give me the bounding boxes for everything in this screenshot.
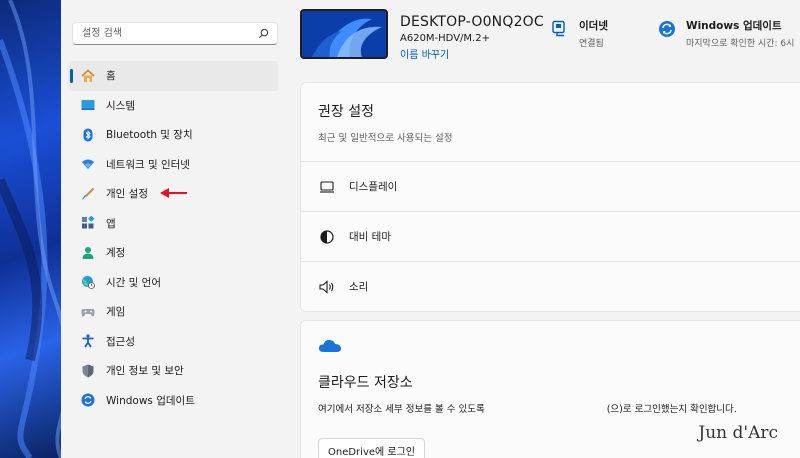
update-title: Windows 업데이트: [686, 20, 782, 32]
sidebar-item-label: 시스템: [106, 99, 135, 112]
watermark-text: Jun d'Arc: [698, 423, 778, 443]
sidebar-item-apps[interactable]: 앱: [68, 209, 278, 239]
accessibility-icon: [81, 334, 95, 348]
onedrive-signin-button[interactable]: OneDrive에 로그인: [318, 438, 426, 458]
rename-link[interactable]: 이름 바꾸기: [400, 46, 449, 61]
cloud-title: 클라우드 저장소: [318, 375, 413, 391]
search-icon[interactable]: [258, 28, 269, 39]
monitor-icon: [319, 179, 335, 195]
shield-icon: [81, 364, 95, 378]
sidebar-item-label: 앱: [106, 217, 116, 230]
sidebar-item-label: 접근성: [106, 335, 135, 348]
recommended-settings-card: 권장 설정 최근 및 일반적으로 사용되는 설정 디스플레이 대비 테마 소리: [300, 82, 800, 312]
ethernet-icon: [552, 20, 565, 37]
sidebar-item-network[interactable]: 네트워크 및 인터넷: [68, 150, 278, 180]
internet-title: 이더넷: [579, 20, 608, 32]
search-input[interactable]: [73, 23, 243, 44]
device-name: DESKTOP-O0NQ2OC: [400, 14, 544, 30]
globe-clock-icon: [81, 275, 95, 290]
sidebar-item-label: 시간 및 언어: [106, 276, 161, 289]
row-label: 디스플레이: [349, 181, 398, 193]
speaker-icon: [319, 279, 335, 295]
settings-window: 홈 시스템 Bluetooth 및 장치 네트워크 및 인터넷: [61, 0, 800, 458]
recommended-row-display[interactable]: 디스플레이: [301, 161, 800, 211]
red-arrow-annotation: [160, 188, 187, 198]
gamepad-icon: [81, 305, 95, 319]
home-icon: [81, 69, 95, 83]
system-icon: [81, 98, 95, 112]
search-box[interactable]: [72, 22, 278, 45]
update-icon: [81, 393, 95, 407]
redacted-account: [484, 403, 607, 416]
sidebar-item-label: 게임: [106, 306, 126, 319]
onedrive-cloud-icon: [318, 339, 341, 352]
account-icon: [81, 246, 95, 260]
wifi-icon: [81, 157, 95, 171]
sidebar-item-label: 계정: [106, 247, 126, 260]
sidebar-item-label: 개인 설정: [106, 188, 148, 201]
row-label: 대비 테마: [349, 231, 391, 243]
sidebar-item-home[interactable]: 홈: [68, 61, 278, 91]
sidebar-item-time-language[interactable]: 시간 및 언어: [68, 268, 278, 298]
desktop-wallpaper: [0, 0, 61, 458]
sidebar: 홈 시스템 Bluetooth 및 장치 네트워크 및 인터넷: [61, 0, 286, 458]
sidebar-item-bluetooth[interactable]: Bluetooth 및 장치: [68, 120, 278, 150]
update-status[interactable]: Windows 업데이트 마지막으로 확인한 시간: 6시: [658, 18, 794, 49]
sidebar-item-system[interactable]: 시스템: [68, 91, 278, 121]
sidebar-item-accessibility[interactable]: 접근성: [68, 327, 278, 357]
sidebar-item-accounts[interactable]: 계정: [68, 238, 278, 268]
update-sub: 마지막으로 확인한 시간: 6시: [686, 39, 795, 49]
recommended-row-contrast[interactable]: 대비 테마: [301, 211, 800, 261]
recommended-title: 권장 설정: [318, 104, 374, 120]
sidebar-item-privacy[interactable]: 개인 정보 및 보안: [68, 356, 278, 386]
sidebar-item-windows-update[interactable]: Windows 업데이트: [68, 386, 278, 416]
device-model: A620M-HDV/M.2+: [400, 33, 490, 44]
device-thumbnail: [300, 9, 388, 59]
sidebar-item-label: 개인 정보 및 보안: [106, 365, 184, 378]
cloud-desc-before: 여기에서 저장소 세부 정보를 볼 수 있도록: [318, 404, 485, 415]
nav-list: 홈 시스템 Bluetooth 및 장치 네트워크 및 인터넷 개인 설정 앱 …: [68, 61, 278, 415]
internet-status[interactable]: 이더넷 연결됨: [551, 18, 608, 49]
cloud-description: 여기에서 저장소 세부 정보를 볼 수 있도록 (으)로 로그인했는지 확인합니다…: [318, 401, 737, 416]
paintbrush-icon: [81, 187, 95, 201]
sidebar-item-gaming[interactable]: 게임: [68, 297, 278, 327]
contrast-icon: [319, 229, 335, 245]
sidebar-item-personalization[interactable]: 개인 설정: [68, 179, 278, 209]
cloud-desc-after: (으)로 로그인했는지 확인합니다.: [606, 404, 737, 415]
row-label: 소리: [349, 281, 369, 293]
sidebar-item-label: 홈: [106, 70, 116, 83]
bluetooth-icon: [81, 128, 95, 142]
main-content: DESKTOP-O0NQ2OC A620M-HDV/M.2+ 이름 바꾸기 이더…: [286, 0, 800, 458]
internet-sub: 연결됨: [579, 39, 604, 49]
sidebar-item-label: 네트워크 및 인터넷: [106, 158, 190, 171]
sidebar-item-label: Windows 업데이트: [106, 394, 195, 407]
recommended-row-sound[interactable]: 소리: [301, 261, 800, 311]
update-icon: [659, 21, 675, 37]
sidebar-item-label: Bluetooth 및 장치: [106, 129, 193, 142]
recommended-subtitle: 최근 및 일반적으로 사용되는 설정: [318, 133, 453, 144]
apps-icon: [81, 216, 95, 230]
